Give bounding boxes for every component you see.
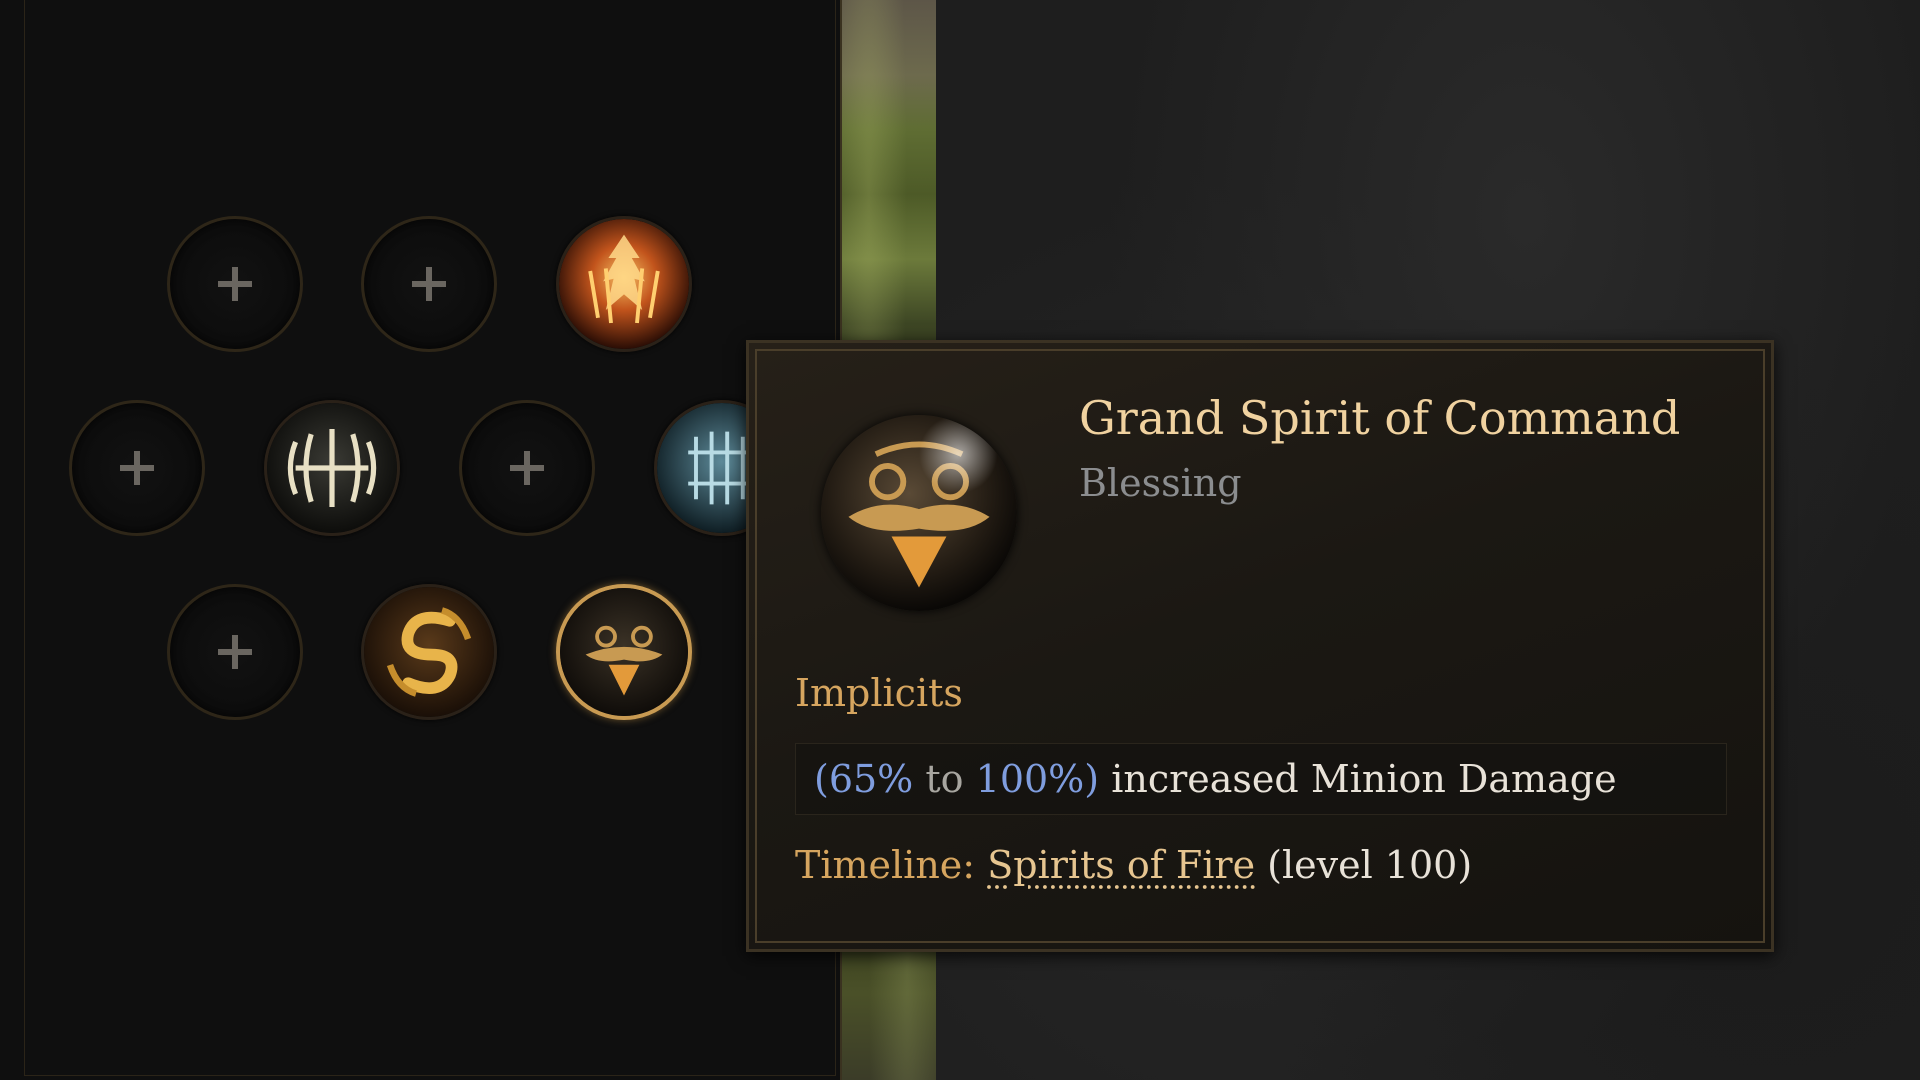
range-close-paren: ) bbox=[1084, 757, 1100, 801]
blessing-slot-empty[interactable] bbox=[167, 584, 303, 720]
fire-spirit-icon bbox=[559, 219, 689, 349]
timeline-line: Timeline: Spirits of Fire (level 100) bbox=[795, 843, 1472, 887]
blessing-tooltip: Grand Spirit of Command Blessing Implici… bbox=[746, 340, 1774, 952]
blessing-panel bbox=[0, 0, 840, 1080]
blessing-slot-empty[interactable] bbox=[361, 216, 497, 352]
plus-icon bbox=[510, 451, 544, 485]
blessing-slot-empty[interactable] bbox=[167, 216, 303, 352]
plus-icon bbox=[218, 635, 252, 669]
blessing-slot-serpent-coin[interactable] bbox=[361, 584, 497, 720]
range-max: 100% bbox=[975, 757, 1085, 801]
spirit-of-command-icon bbox=[821, 415, 1017, 611]
range-open-paren: ( bbox=[814, 757, 829, 801]
blessing-slot-empty[interactable] bbox=[459, 400, 595, 536]
implicit-text: increased Minion Damage bbox=[1111, 757, 1617, 801]
blessing-slot-bone-cage[interactable] bbox=[264, 400, 400, 536]
bone-cage-icon bbox=[267, 403, 397, 533]
tooltip-title: Grand Spirit of Command bbox=[1079, 391, 1681, 445]
tooltip-subtitle: Blessing bbox=[1079, 461, 1242, 505]
spirit-of-command-icon bbox=[560, 588, 688, 716]
plus-icon bbox=[412, 267, 446, 301]
blessing-slot-empty[interactable] bbox=[69, 400, 205, 536]
range-min: 65% bbox=[828, 757, 914, 801]
timeline-label: Timeline: bbox=[795, 843, 976, 887]
timeline-level: (level 100) bbox=[1267, 843, 1473, 887]
blessing-slot-fire-spirit[interactable] bbox=[556, 216, 692, 352]
panel-border bbox=[24, 0, 836, 1076]
blessing-slot-spirit-of-command[interactable] bbox=[556, 584, 692, 720]
plus-icon bbox=[218, 267, 252, 301]
range-to: to bbox=[925, 757, 964, 801]
implicits-heading: Implicits bbox=[795, 671, 963, 715]
serpent-coin-icon bbox=[364, 587, 494, 717]
plus-icon bbox=[120, 451, 154, 485]
implicit-modifier-row: (65% to 100%) increased Minion Damage bbox=[795, 743, 1727, 815]
timeline-link[interactable]: Spirits of Fire bbox=[987, 843, 1255, 887]
